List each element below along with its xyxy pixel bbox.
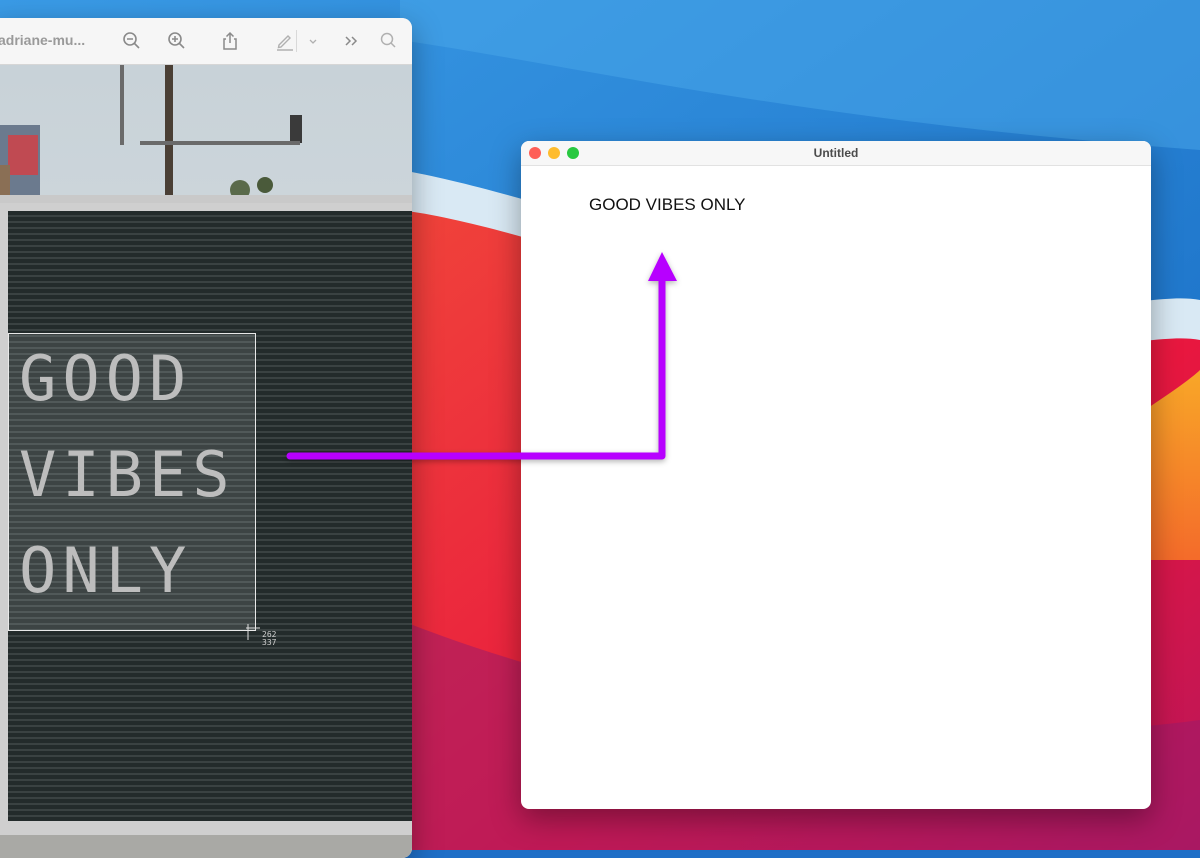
sign-line-3: ONLY [19,534,193,607]
zoom-in-icon[interactable] [166,30,188,52]
preview-window-title: adriane-mu... [0,32,86,48]
preview-window: adriane-mu... GOOD VIBES ONLY 262 337 [0,18,412,858]
crosshair-cursor-icon [246,624,260,640]
editor-titlebar: Untitled [521,141,1151,166]
text-editor-window: Untitled GOOD VIBES ONLY [521,141,1151,809]
double-chevron-icon[interactable] [341,30,363,52]
markup-pen-icon[interactable] [274,30,296,52]
editor-window-title: Untitled [813,146,859,160]
chevron-down-icon[interactable] [302,30,324,52]
toolbar-separator [296,30,297,52]
selection-height-value: 337 [262,638,277,647]
editor-text-content[interactable]: GOOD VIBES ONLY [589,195,746,215]
selection-rectangle[interactable]: GOOD VIBES ONLY [8,333,256,631]
selection-size-readout: 262 337 [262,631,276,647]
sign-line-2: VIBES [19,438,236,511]
preview-toolbar: adriane-mu... [0,18,412,65]
share-icon[interactable] [219,30,241,52]
search-icon[interactable] [378,30,400,52]
zoom-out-icon[interactable] [121,30,143,52]
sign-line-1: GOOD [19,342,193,415]
